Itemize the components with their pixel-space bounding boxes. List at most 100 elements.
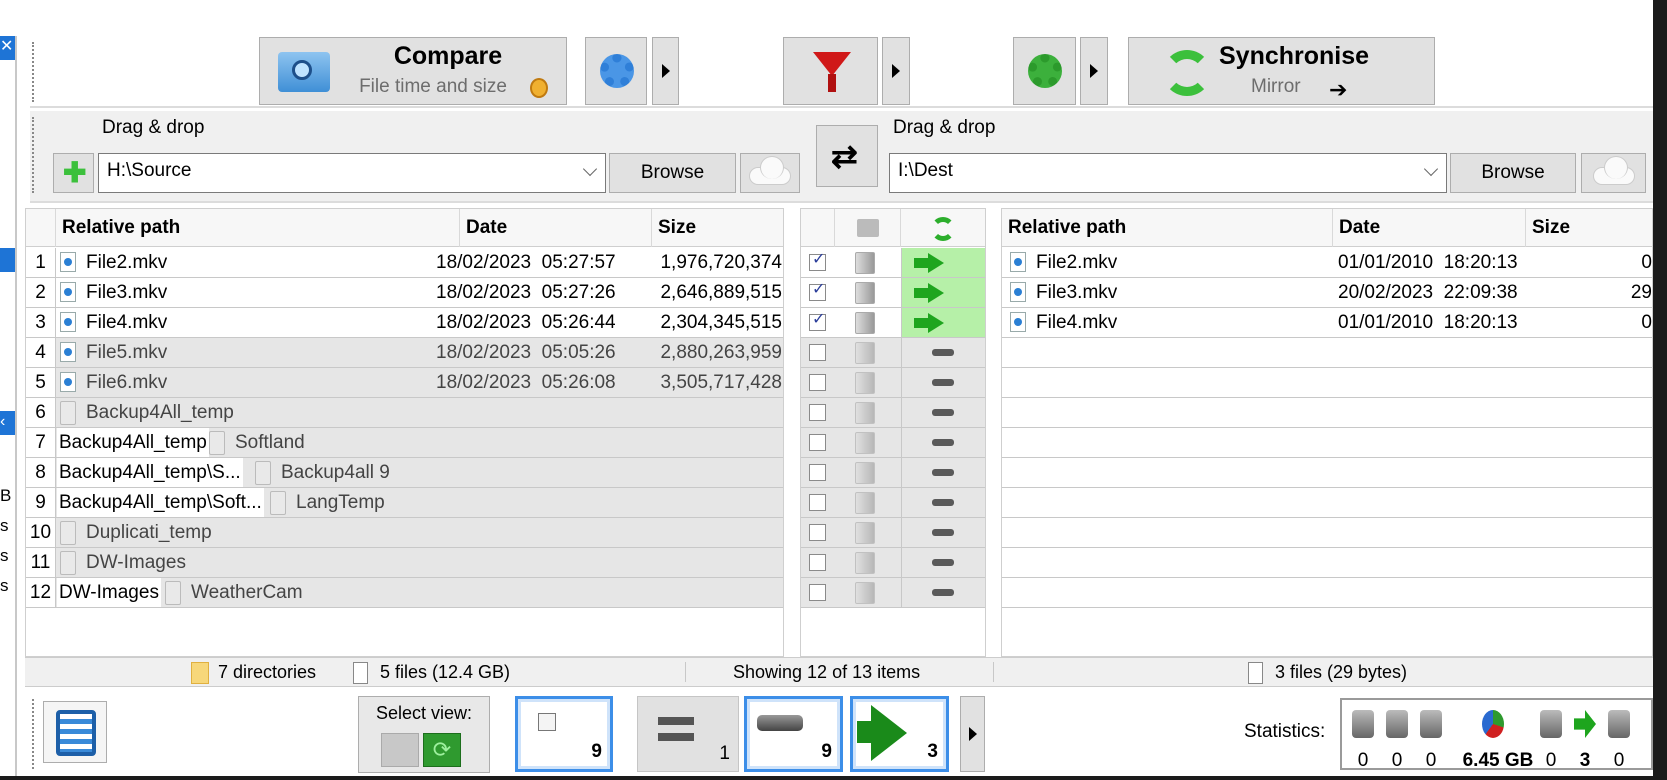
action-row[interactable] xyxy=(801,518,985,548)
folder-bar-grip[interactable] xyxy=(32,117,35,193)
sync-action-cell[interactable] xyxy=(901,278,985,307)
add-folder-pair-button[interactable]: ✚ xyxy=(53,153,94,193)
sync-action-cell[interactable] xyxy=(901,338,985,367)
chevron-down-icon[interactable] xyxy=(1423,161,1439,177)
action-row[interactable] xyxy=(801,248,985,278)
compare-menu-button[interactable] xyxy=(652,37,679,105)
view-filter-button[interactable]: 1 xyxy=(637,696,739,772)
right-folder-input[interactable]: I:\Dest xyxy=(889,153,1447,193)
view-filter-button[interactable]: 3 xyxy=(850,696,949,772)
table-row[interactable]: 4 File5.mkv 18/02/2023 05:05:26 2,880,263,9… xyxy=(26,338,783,368)
filter-menu-button[interactable] xyxy=(882,37,910,105)
view-action-toggle[interactable]: ⟳ xyxy=(423,733,461,767)
bottom-grip[interactable] xyxy=(32,699,35,769)
left-folder-input[interactable]: H:\Source xyxy=(98,153,606,193)
include-checkbox[interactable] xyxy=(809,524,826,541)
sync-action-cell[interactable] xyxy=(901,488,985,517)
action-row[interactable] xyxy=(801,338,985,368)
sync-action-cell[interactable] xyxy=(901,578,985,607)
left-header-path[interactable]: Relative path xyxy=(56,209,460,247)
swap-sides-button[interactable]: ⇄ xyxy=(816,125,878,187)
table-row[interactable]: 6 Backup4All_temp xyxy=(26,398,783,428)
table-row[interactable]: 2 File3.mkv 18/02/2023 05:27:26 2,646,889,5… xyxy=(26,278,783,308)
left-header-date[interactable]: Date xyxy=(460,209,652,247)
table-row[interactable]: File3.mkv 20/02/2023 22:09:38 29 xyxy=(1002,278,1652,308)
include-checkbox[interactable] xyxy=(809,584,826,601)
left-browse-button[interactable]: Browse xyxy=(609,153,736,193)
action-row[interactable] xyxy=(801,308,985,338)
action-header[interactable] xyxy=(901,209,985,247)
include-checkbox[interactable] xyxy=(809,279,826,301)
table-row[interactable]: 11 DW-Images xyxy=(26,548,783,578)
table-row[interactable] xyxy=(1002,488,1652,518)
action-row[interactable] xyxy=(801,458,985,488)
close-icon[interactable]: ✕ xyxy=(0,36,15,60)
synchronise-button[interactable]: Synchronise Mirror ➔ xyxy=(1128,37,1435,105)
left-cloud-button[interactable] xyxy=(740,153,800,193)
toolbar-grip[interactable] xyxy=(32,42,35,102)
view-more-button[interactable] xyxy=(960,696,985,772)
include-checkbox[interactable] xyxy=(809,404,826,421)
table-row[interactable]: 9 Backup4All_temp\Soft... LangTemp xyxy=(26,488,783,518)
sync-action-cell[interactable] xyxy=(901,548,985,577)
table-row[interactable]: 10 Duplicati_temp xyxy=(26,518,783,548)
table-row[interactable]: File2.mkv 01/01/2010 18:20:13 0 xyxy=(1002,248,1652,278)
view-filter-button[interactable]: 9 xyxy=(744,696,843,772)
right-browse-button[interactable]: Browse xyxy=(1450,153,1576,193)
sync-action-cell[interactable] xyxy=(901,368,985,397)
action-row[interactable] xyxy=(801,548,985,578)
include-checkbox[interactable] xyxy=(809,344,826,361)
action-row[interactable] xyxy=(801,278,985,308)
right-header-date[interactable]: Date xyxy=(1333,209,1526,247)
right-file-grid[interactable]: Relative path Date Size File2.mkv 01/01/2… xyxy=(1001,208,1653,657)
category-header[interactable] xyxy=(835,209,901,247)
action-row[interactable] xyxy=(801,368,985,398)
filter-button[interactable] xyxy=(783,37,878,105)
sync-menu-button[interactable] xyxy=(1080,37,1108,105)
table-row[interactable]: 12 DW-Images WeatherCam xyxy=(26,578,783,608)
table-row[interactable]: File4.mkv 01/01/2010 18:20:13 0 xyxy=(1002,308,1652,338)
middle-action-grid[interactable] xyxy=(800,208,986,657)
table-row[interactable] xyxy=(1002,428,1652,458)
include-checkbox[interactable] xyxy=(809,249,826,271)
right-header-path[interactable]: Relative path xyxy=(1002,209,1333,247)
sync-action-cell[interactable] xyxy=(901,308,985,337)
table-row[interactable] xyxy=(1002,368,1652,398)
show-config-panel-button[interactable] xyxy=(43,701,107,763)
table-row[interactable] xyxy=(1002,578,1652,608)
left-header-size[interactable]: Size xyxy=(652,209,783,247)
table-row[interactable] xyxy=(1002,398,1652,428)
sync-action-cell[interactable] xyxy=(901,428,985,457)
sync-action-cell[interactable] xyxy=(901,248,985,277)
compare-button[interactable]: Compare File time and size xyxy=(259,37,567,105)
include-checkbox[interactable] xyxy=(809,554,826,571)
table-row[interactable]: 8 Backup4All_temp\S... Backup4all 9 xyxy=(26,458,783,488)
include-checkbox[interactable] xyxy=(809,309,826,331)
sync-action-cell[interactable] xyxy=(901,518,985,547)
sync-settings-button[interactable] xyxy=(1013,37,1076,105)
table-row[interactable]: 7 Backup4All_temp Softland xyxy=(26,428,783,458)
sync-action-cell[interactable] xyxy=(901,398,985,427)
table-row[interactable] xyxy=(1002,338,1652,368)
table-row[interactable]: 1 File2.mkv 18/02/2023 05:27:57 1,976,720,3… xyxy=(26,248,783,278)
table-row[interactable] xyxy=(1002,548,1652,578)
include-checkbox[interactable] xyxy=(809,494,826,511)
action-row[interactable] xyxy=(801,398,985,428)
action-row[interactable] xyxy=(801,488,985,518)
table-row[interactable]: 5 File6.mkv 18/02/2023 05:26:08 3,505,717,4… xyxy=(26,368,783,398)
include-checkbox[interactable] xyxy=(809,434,826,451)
table-row[interactable]: 3 File4.mkv 18/02/2023 05:26:44 2,304,345,5… xyxy=(26,308,783,338)
view-category-toggle[interactable] xyxy=(381,733,419,767)
action-row[interactable] xyxy=(801,578,985,608)
left-file-grid[interactable]: Relative path Date Size 1 File2.mkv 18/02/… xyxy=(25,208,784,657)
sync-action-cell[interactable] xyxy=(901,458,985,487)
right-cloud-button[interactable] xyxy=(1581,153,1646,193)
compare-settings-button[interactable] xyxy=(585,37,647,105)
collapse-icon[interactable]: ‹ xyxy=(0,411,15,435)
include-checkbox[interactable] xyxy=(809,374,826,391)
view-filter-button[interactable]: 9 xyxy=(515,696,613,772)
table-row[interactable] xyxy=(1002,458,1652,488)
action-row[interactable] xyxy=(801,428,985,458)
include-checkbox[interactable] xyxy=(809,464,826,481)
chevron-down-icon[interactable] xyxy=(582,161,598,177)
